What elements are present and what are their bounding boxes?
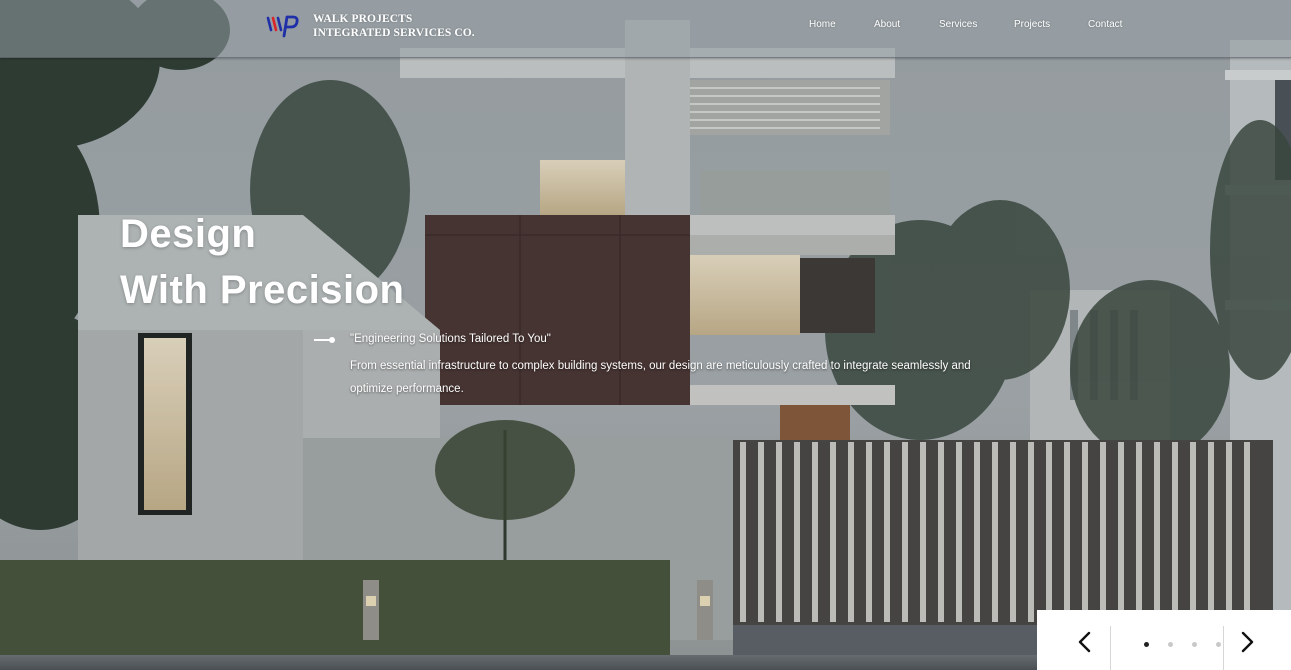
nav-contact-link[interactable]: Contact — [1088, 19, 1122, 30]
slider-dot-3[interactable] — [1192, 642, 1197, 647]
chevron-right-icon — [1241, 631, 1254, 653]
slider-dot-4[interactable] — [1216, 642, 1221, 647]
slider-prev-button[interactable] — [1070, 627, 1100, 657]
nav-projects-link[interactable]: Projects — [1014, 19, 1050, 30]
main-navigation: Home About Services Projects Contact — [0, 19, 1291, 35]
nav-home-link[interactable]: Home — [809, 19, 836, 30]
hero-title-line1: Design — [120, 212, 257, 256]
hero-background-image — [0, 0, 1291, 670]
nav-services-link[interactable]: Services — [939, 19, 977, 30]
site-header: WALK PROJECTS INTEGRATED SERVICES CO. Ho… — [0, 0, 1291, 58]
hero-title-line2: With Precision — [120, 268, 405, 312]
tagline-accent-dot — [329, 337, 335, 343]
hero-tagline: "Engineering Solutions Tailored To You" — [350, 333, 551, 345]
slider-dot-1[interactable] — [1144, 642, 1149, 647]
slider-dot-2[interactable] — [1168, 642, 1173, 647]
slider-next-button[interactable] — [1232, 627, 1262, 657]
slider-divider-left — [1110, 626, 1111, 670]
chevron-left-icon — [1078, 631, 1091, 653]
hero-description: From essential infrastructure to complex… — [350, 360, 971, 395]
nav-about-link[interactable]: About — [874, 19, 900, 30]
slider-controls — [1037, 610, 1291, 670]
slider-divider-right — [1223, 626, 1224, 670]
hero-title: Design With Precision — [120, 206, 404, 318]
